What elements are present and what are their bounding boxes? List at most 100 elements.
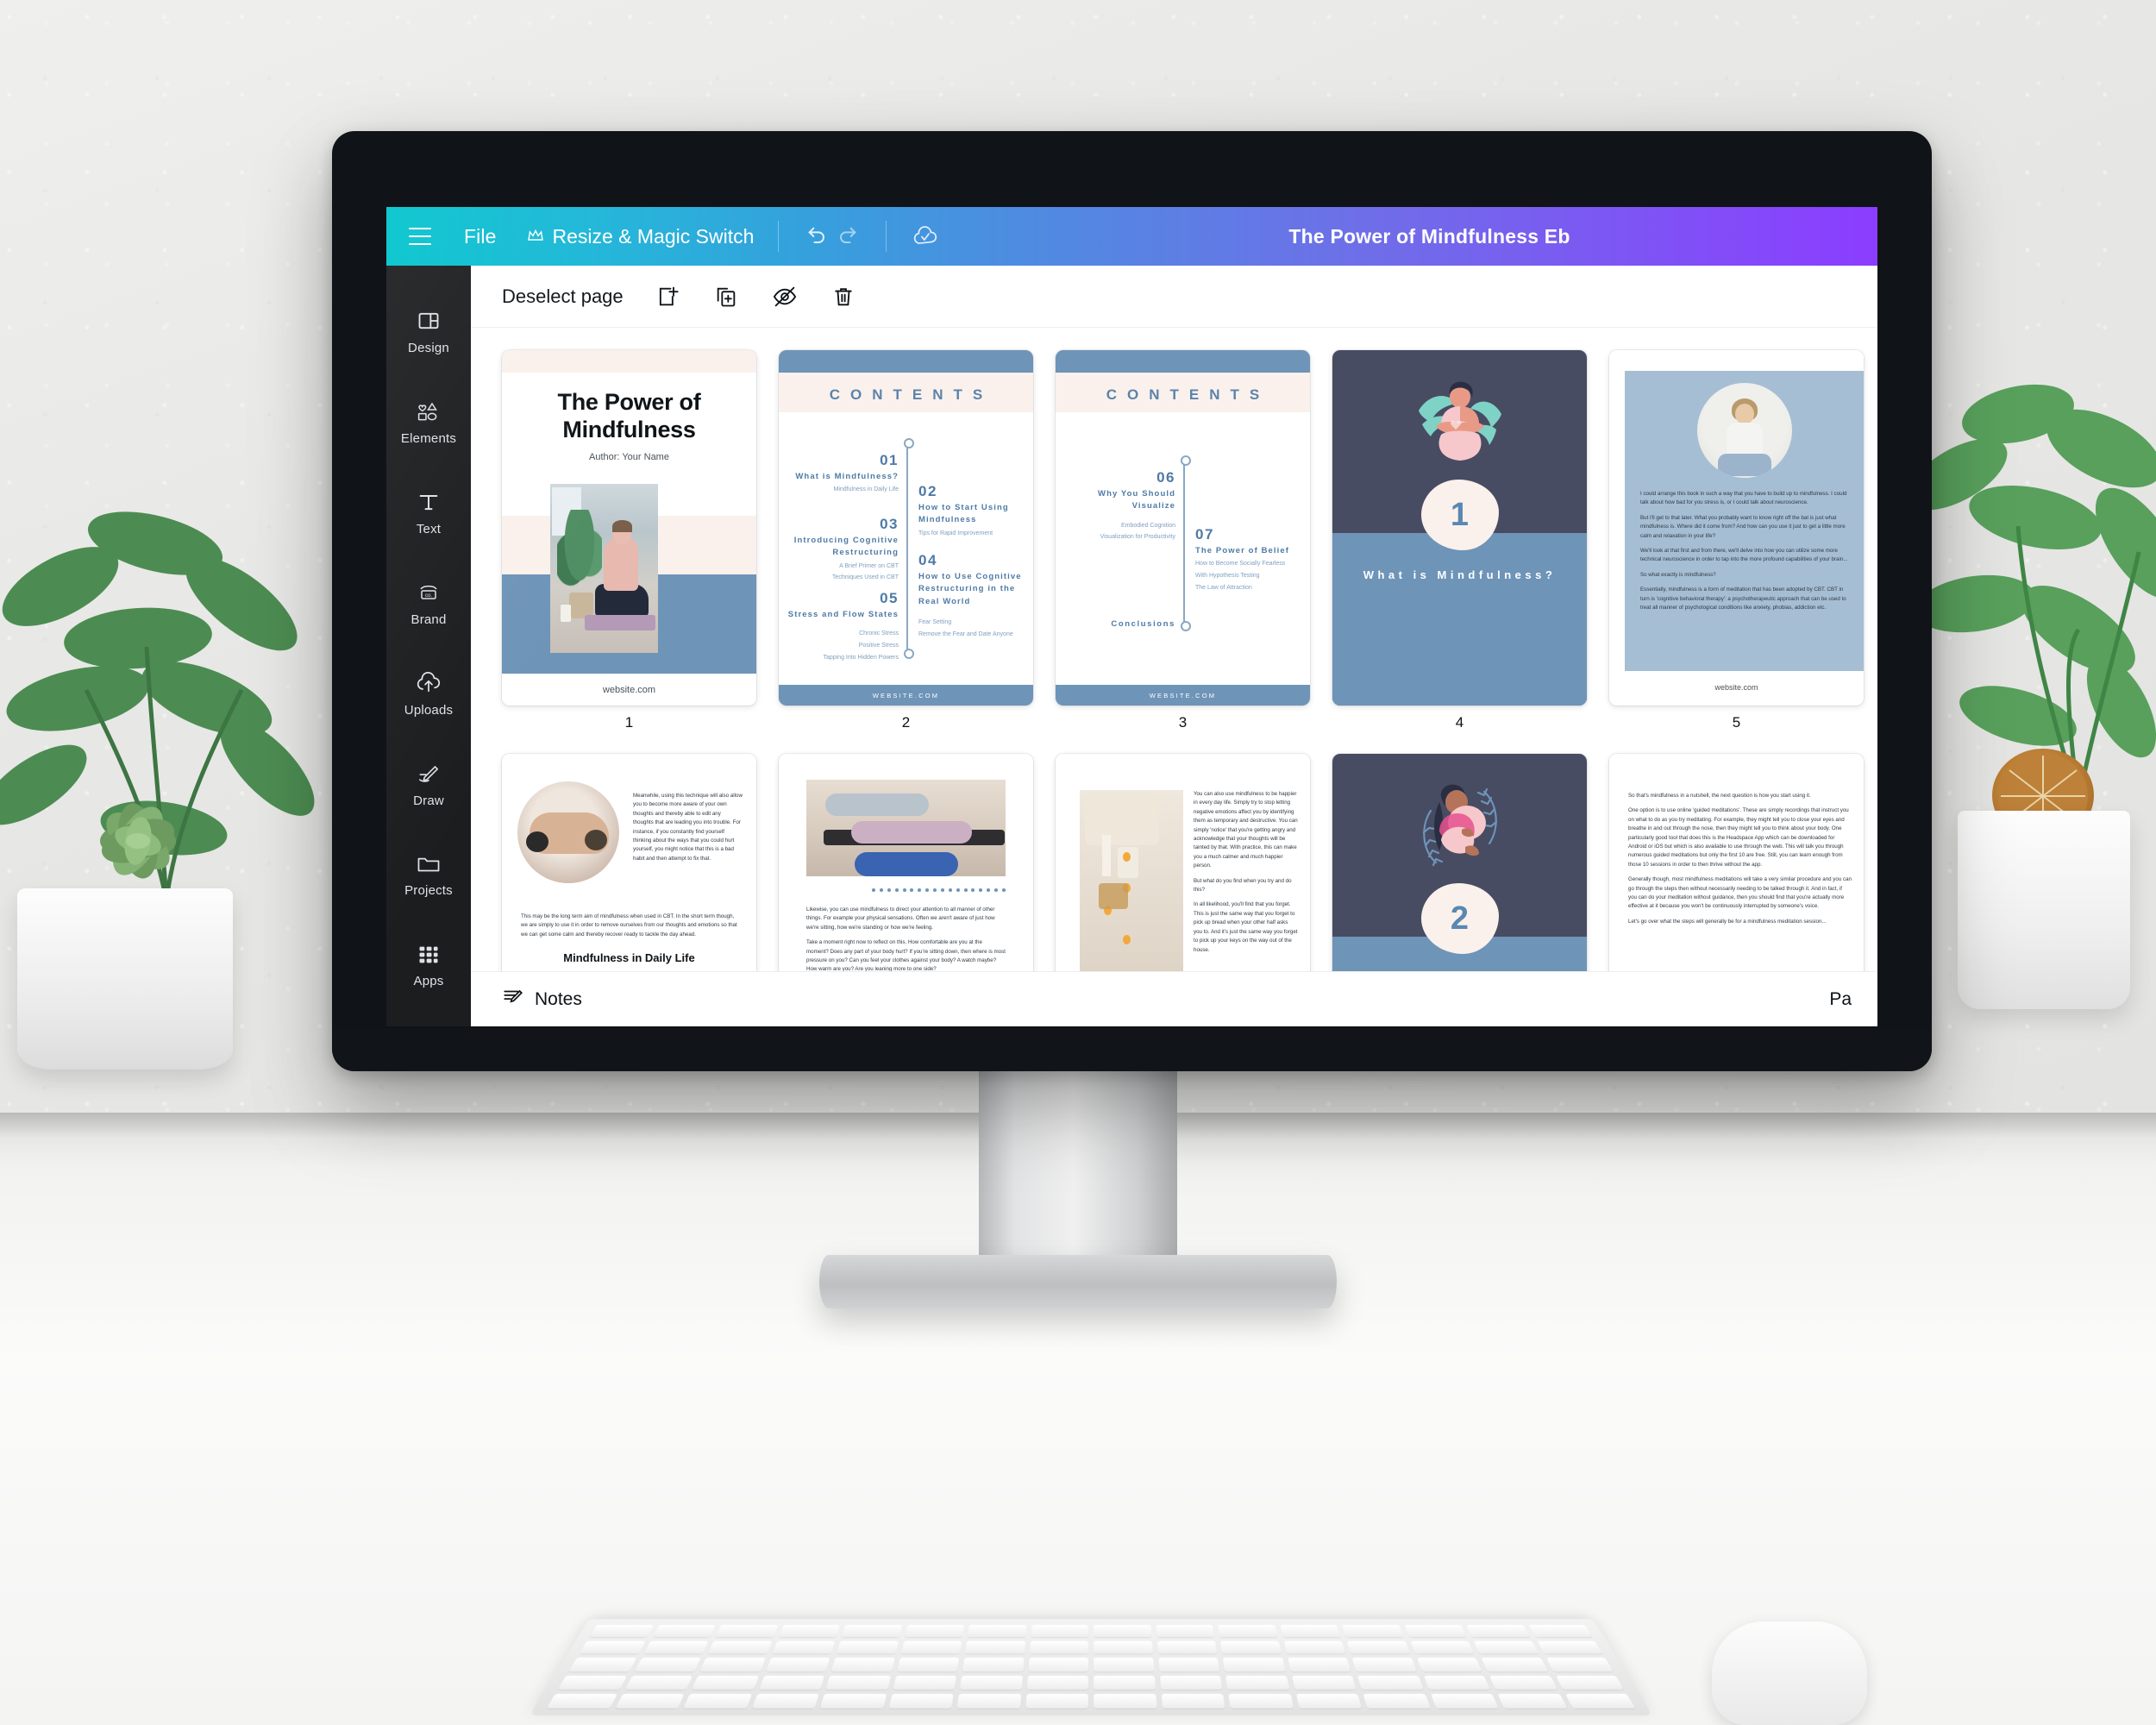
- brand-card-icon: co.: [416, 580, 442, 605]
- toc-number: 05: [779, 590, 899, 607]
- cloud-check-icon[interactable]: [911, 222, 940, 251]
- toc-sub: Remove the Fear and Date Anyone: [918, 630, 1033, 640]
- add-page-icon[interactable]: [653, 282, 682, 311]
- page-thumbnail-10[interactable]: So that's mindfulness in a nutshell, the…: [1609, 754, 1864, 971]
- page-thumbnail-3[interactable]: CONTENTS 06 Why You Should Visualize Emb…: [1056, 350, 1310, 706]
- sidebar-item-uploads[interactable]: Uploads: [386, 649, 471, 739]
- woman-meditating-circle-photo: [1697, 383, 1792, 478]
- page-thumbnail-8[interactable]: You can also use mindfulness to be happi…: [1056, 754, 1310, 971]
- resize-magic-switch-button[interactable]: Resize & Magic Switch: [527, 225, 754, 248]
- text-page-5: I could arrange this book in such a way …: [1609, 350, 1864, 706]
- chapter-bottom-band: [1332, 533, 1587, 706]
- page-thumbnail-4[interactable]: 1 What is Mindfulness?: [1332, 350, 1587, 706]
- notes-button[interactable]: Notes: [502, 986, 582, 1013]
- toc-number: 07: [1195, 526, 1310, 543]
- toc-entry: 01 What is Mindfulness? Mindfulness in D…: [779, 452, 899, 495]
- chapter-title: How to Start: [1332, 969, 1587, 971]
- toc-entry: 05 Stress and Flow States Chronic Stress…: [779, 590, 899, 663]
- toc-title: The Power of Belief: [1195, 545, 1310, 557]
- cover-footer: website.com: [502, 685, 756, 695]
- deselect-page-button[interactable]: Deselect page: [502, 285, 624, 308]
- sidebar-label: Projects: [404, 883, 453, 898]
- toc-title: Introducing Cognitive Restructuring: [779, 535, 899, 560]
- cover-top-band: [502, 350, 756, 373]
- page-thumbnail-9[interactable]: 2 How to Start: [1332, 754, 1587, 971]
- text-page-7: Likewise, you can use mindfulness to dir…: [779, 754, 1033, 971]
- page-thumbnail-7[interactable]: Likewise, you can use mindfulness to dir…: [779, 754, 1033, 971]
- folder-icon: [416, 853, 442, 875]
- text-page-10: So that's mindfulness in a nutshell, the…: [1609, 754, 1864, 971]
- toc-body: 01 What is Mindfulness? Mindfulness in D…: [779, 430, 1033, 678]
- paragraph: Take a moment right now to reflect on th…: [806, 938, 1006, 971]
- resize-label: Resize & Magic Switch: [552, 225, 754, 248]
- page-thumbnail-6[interactable]: Meanwhile, using this technique will als…: [502, 754, 756, 971]
- notes-label: Notes: [535, 989, 582, 1010]
- eye-off-icon[interactable]: [770, 282, 799, 311]
- sidebar-item-elements[interactable]: Elements: [386, 377, 471, 467]
- paragraph: In all likelihood, you'll find that you …: [1194, 900, 1298, 954]
- sidebar-label: Design: [408, 341, 449, 355]
- sidebar-label: Uploads: [404, 703, 453, 718]
- contents-page-2: CONTENTS 01 What is Mindfulness? Mindful…: [779, 350, 1033, 706]
- redo-arrow-icon[interactable]: [832, 222, 862, 251]
- toc-sub: Chronic Stress: [779, 630, 899, 639]
- shapes-icon: [416, 399, 442, 423]
- sidebar-item-text[interactable]: Text: [386, 467, 471, 558]
- notes-pencil-icon: [502, 986, 524, 1013]
- upload-cloud-icon: [416, 671, 442, 695]
- hamburger-menu-icon[interactable]: [409, 228, 431, 245]
- toolbar-divider-1: [778, 221, 779, 252]
- toc-number: 01: [779, 452, 899, 469]
- sidebar-item-projects[interactable]: Projects: [386, 830, 471, 920]
- pages-grid-area[interactable]: The Power of Mindfulness Author: Your Na…: [471, 328, 1877, 971]
- page6-side-text: Meanwhile, using this technique will als…: [633, 792, 743, 869]
- page-thumbnail-5[interactable]: I could arrange this book in such a way …: [1609, 350, 1864, 706]
- grid-dots-icon: [417, 944, 441, 966]
- toc-sub: The Law of Attraction: [1195, 584, 1310, 593]
- people-lying-savasana-yoga-photo: [806, 780, 1006, 876]
- file-menu-button[interactable]: File: [464, 225, 496, 248]
- sidebar-item-brand[interactable]: co. Brand: [386, 558, 471, 649]
- page-thumbnail-1[interactable]: The Power of Mindfulness Author: Your Na…: [502, 350, 756, 706]
- page-cell: CONTENTS 06 Why You Should Visualize Emb…: [1056, 350, 1310, 743]
- page-thumbnail-2[interactable]: CONTENTS 01 What is Mindfulness? Mindful…: [779, 350, 1033, 706]
- chapter-number-badge: 2: [1421, 883, 1499, 954]
- paragraph: One option is to use online 'guided medi…: [1628, 806, 1852, 869]
- cover-page: The Power of Mindfulness Author: Your Na…: [502, 350, 756, 706]
- paragraph: I could arrange this book in such a way …: [1640, 490, 1852, 508]
- toc-number: 04: [918, 552, 1033, 569]
- text-page-6: Meanwhile, using this technique will als…: [502, 754, 756, 971]
- page6-main-text: This may be the long term aim of mindful…: [521, 913, 737, 971]
- toc-sub: Tips for Rapid Improvement: [918, 530, 1033, 539]
- sidebar-item-apps[interactable]: Apps: [386, 920, 471, 1011]
- paragraph: So that's mindfulness in a nutshell, the…: [1628, 792, 1852, 800]
- candles-and-incense-photo: [1080, 790, 1183, 971]
- mouse: [1712, 1622, 1867, 1725]
- woman-hugging-knees-with-wreath-illustration: [1410, 780, 1510, 875]
- toc-number: 03: [779, 516, 899, 533]
- screen: File Resize & Magic Switch The Power of …: [386, 207, 1877, 1026]
- toc-number: 06: [1056, 469, 1175, 486]
- undo-arrow-icon[interactable]: [803, 222, 832, 251]
- toc-entry: 07 The Power of Belief How to Become Soc…: [1195, 526, 1310, 593]
- toc-entry: 04 How to Use Cognitive Restructuring in…: [918, 552, 1033, 639]
- toc-sub: A Brief Primer on CBT: [779, 562, 899, 572]
- toc-heading: CONTENTS: [779, 386, 1033, 404]
- toc-sub: How to Become Socially Fearless: [1195, 560, 1310, 569]
- page-count-label: Pa: [1829, 989, 1852, 1010]
- duplicate-page-icon[interactable]: [711, 282, 741, 311]
- paragraph: Meanwhile, using this technique will als…: [633, 792, 743, 863]
- document-title: The Power of Mindfulness Eb: [684, 225, 1877, 248]
- page-cell: CONTENTS 01 What is Mindfulness? Mindful…: [779, 350, 1033, 743]
- toc-sub: Techniques Used in CBT: [779, 574, 899, 583]
- chapter-page-2: 2 How to Start: [1332, 754, 1587, 971]
- sidebar-label: Draw: [413, 794, 444, 808]
- toc-entry: 03 Introducing Cognitive Restructuring A…: [779, 516, 899, 583]
- page10-body: So that's mindfulness in a nutshell, the…: [1628, 792, 1852, 932]
- sidebar-item-design[interactable]: Design: [386, 286, 471, 377]
- toc-sub: Positive Stress: [779, 642, 899, 651]
- trash-icon[interactable]: [829, 282, 858, 311]
- sidebar-label: Elements: [401, 431, 456, 446]
- sidebar-item-draw[interactable]: Draw: [386, 739, 471, 830]
- paragraph: Let's go over what the steps will genera…: [1628, 918, 1852, 926]
